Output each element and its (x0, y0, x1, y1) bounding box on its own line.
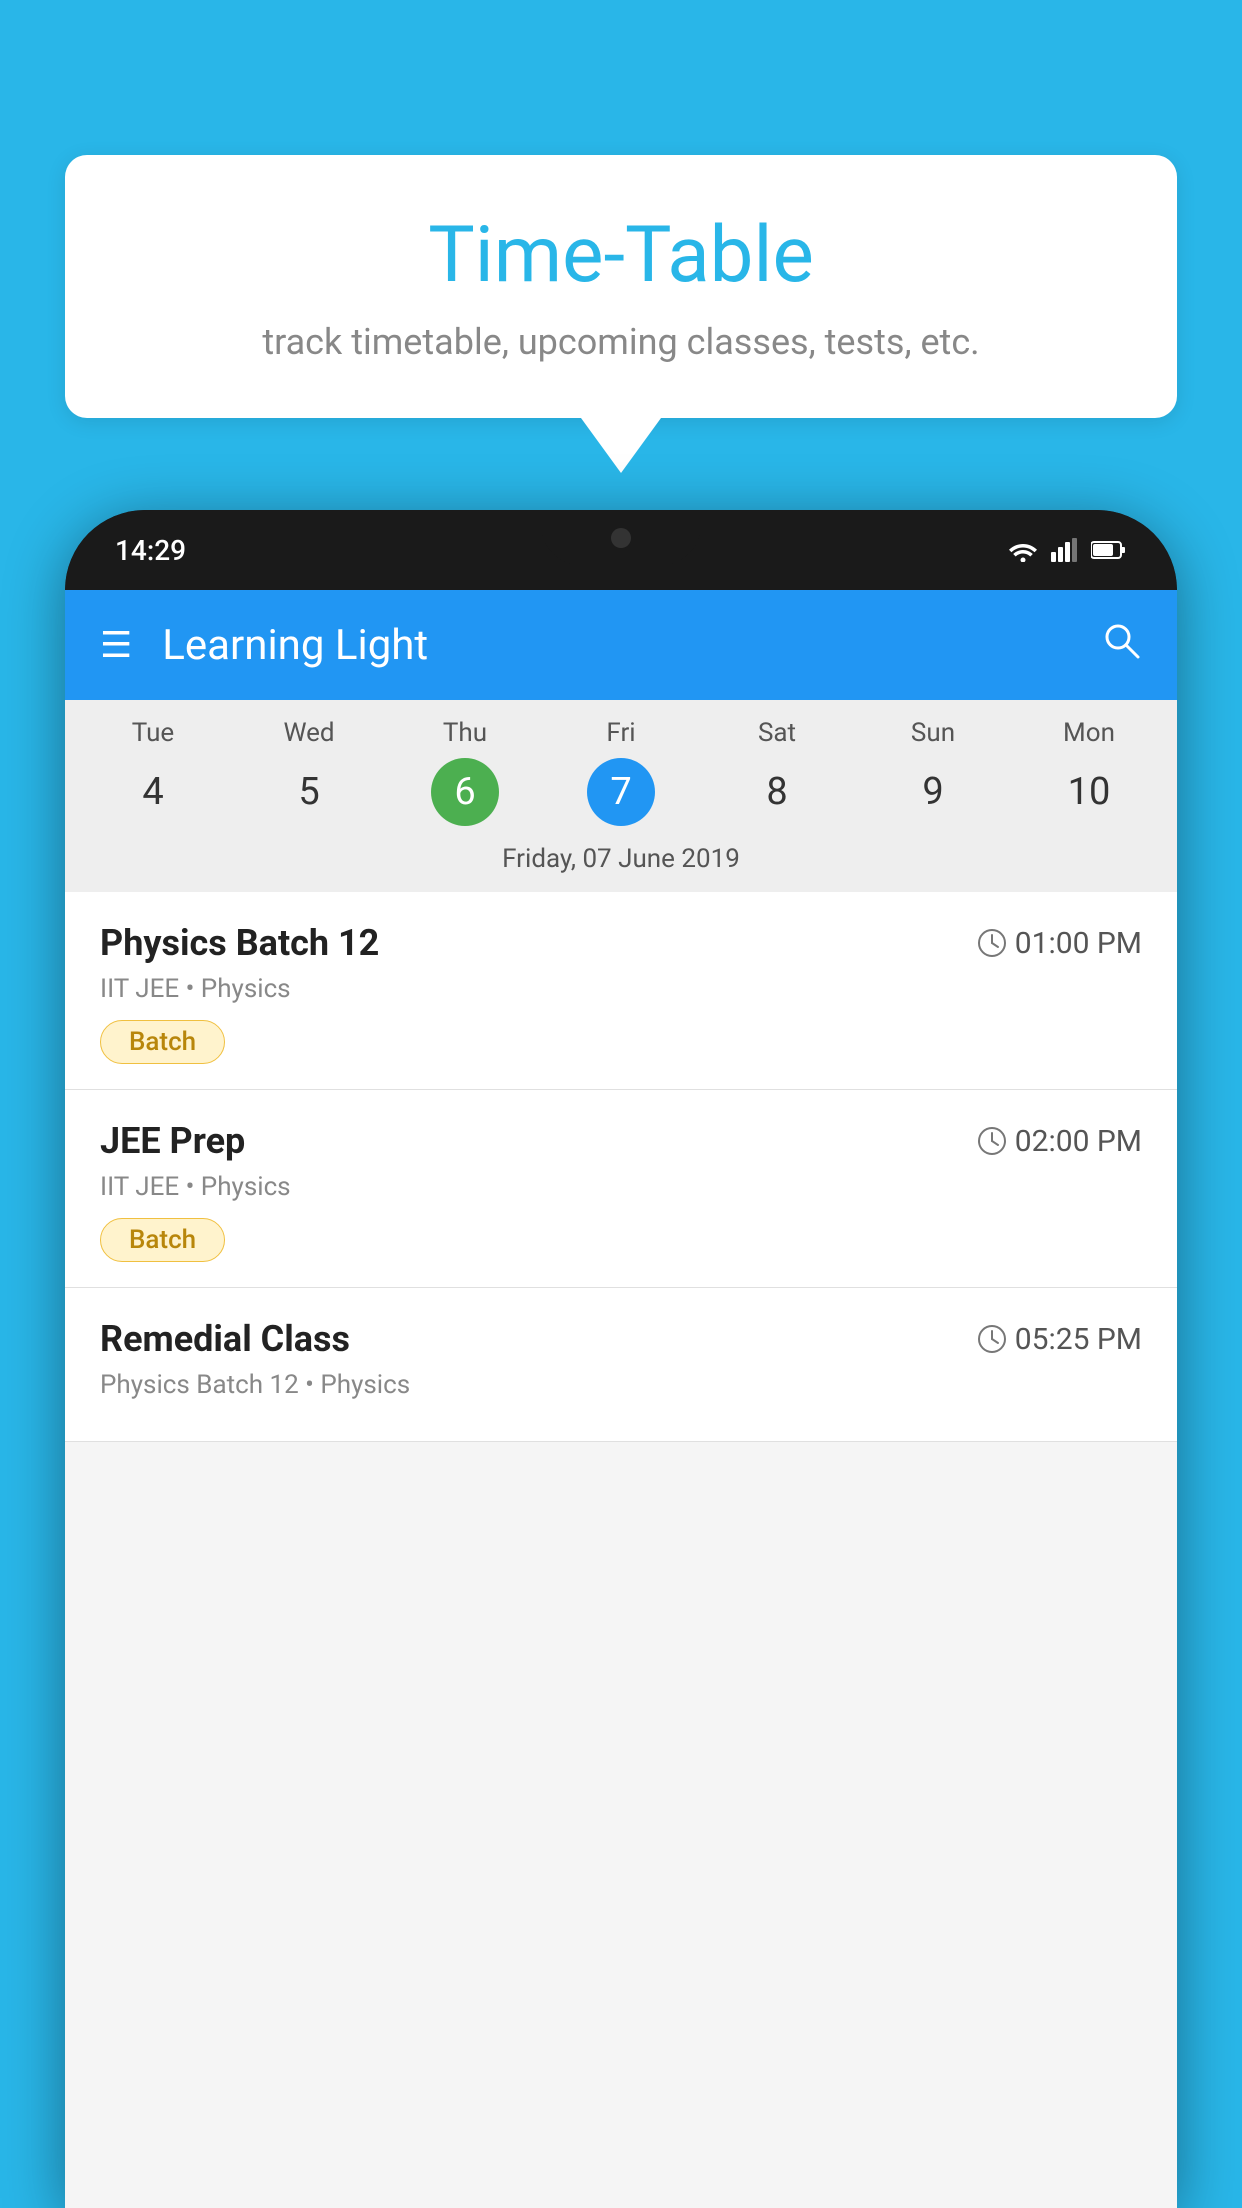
class-item-header: JEE Prep 02:00 PM (100, 1120, 1142, 1162)
speech-bubble-subtitle: track timetable, upcoming classes, tests… (125, 321, 1117, 363)
class-item-header: Remedial Class 05:25 PM (100, 1318, 1142, 1360)
class-item[interactable]: Remedial Class 05:25 PM Physics Batch 12 … (65, 1288, 1177, 1442)
class-item[interactable]: Physics Batch 12 01:00 PM IIT JEE • Physi… (65, 892, 1177, 1090)
clock-icon (977, 1126, 1007, 1156)
class-meta: IIT JEE • Physics (100, 1172, 1142, 1202)
header-left: ☰ Learning Light (100, 621, 428, 670)
time-text: 05:25 PM (1015, 1322, 1142, 1357)
day-number[interactable]: 4 (119, 758, 187, 826)
class-name: Physics Batch 12 (100, 922, 379, 964)
day-number[interactable]: 8 (743, 758, 811, 826)
clock-icon (977, 1324, 1007, 1354)
phone-status-bar: 14:29 (65, 510, 1177, 590)
class-meta: IIT JEE • Physics (100, 974, 1142, 1004)
selected-date-label: Friday, 07 June 2019 (65, 834, 1177, 892)
class-time: 01:00 PM (977, 926, 1142, 961)
battery-icon (1091, 540, 1127, 560)
day-col-5[interactable]: Wed 5 (231, 718, 387, 826)
days-row: Tue 4 Wed 5 Thu 6 Fri 7 Sat 8 Sun 9 Mon 10 (65, 700, 1177, 834)
day-number[interactable]: 10 (1055, 758, 1123, 826)
app-header: ☰ Learning Light (65, 590, 1177, 700)
day-name: Sun (911, 718, 955, 748)
day-col-10[interactable]: Mon 10 (1011, 718, 1167, 826)
wifi-icon (1007, 538, 1039, 562)
class-meta: Physics Batch 12 • Physics (100, 1370, 1142, 1400)
speech-bubble-pointer (581, 418, 661, 473)
day-name: Sat (758, 718, 796, 748)
speech-bubble: Time-Table track timetable, upcoming cla… (65, 155, 1177, 418)
speech-bubble-container: Time-Table track timetable, upcoming cla… (65, 155, 1177, 473)
class-list: Physics Batch 12 01:00 PM IIT JEE • Physi… (65, 892, 1177, 1442)
class-name: Remedial Class (100, 1318, 350, 1360)
day-name: Thu (443, 718, 487, 748)
day-name: Wed (283, 718, 334, 748)
day-number[interactable]: 9 (899, 758, 967, 826)
phone-screen: ☰ Learning Light Tue 4 Wed 5 Thu 6 Fri 7 Sat 8 Sun… (65, 590, 1177, 2208)
batch-badge: Batch (100, 1020, 225, 1064)
menu-icon[interactable]: ☰ (100, 627, 132, 663)
day-name: Tue (132, 718, 174, 748)
status-icons (1007, 538, 1127, 562)
day-name: Mon (1063, 718, 1115, 748)
phone-time: 14:29 (115, 534, 186, 567)
speech-bubble-title: Time-Table (125, 210, 1117, 301)
batch-badge: Batch (100, 1218, 225, 1262)
day-number[interactable]: 5 (275, 758, 343, 826)
day-col-8[interactable]: Sat 8 (699, 718, 855, 826)
day-col-9[interactable]: Sun 9 (855, 718, 1011, 826)
phone-notch (541, 510, 701, 565)
day-col-7[interactable]: Fri 7 (543, 718, 699, 826)
class-item-header: Physics Batch 12 01:00 PM (100, 922, 1142, 964)
time-text: 01:00 PM (1015, 926, 1142, 961)
class-time: 02:00 PM (977, 1124, 1142, 1159)
camera-dot (611, 528, 631, 548)
day-number[interactable]: 7 (587, 758, 655, 826)
phone-frame: 14:29 (65, 510, 1177, 2208)
calendar-strip: Tue 4 Wed 5 Thu 6 Fri 7 Sat 8 Sun 9 Mon 10 Friday, 07… (65, 700, 1177, 892)
signal-icon (1051, 538, 1079, 562)
search-icon[interactable] (1100, 619, 1142, 671)
day-name: Fri (606, 718, 635, 748)
app-title: Learning Light (162, 621, 428, 670)
clock-icon (977, 928, 1007, 958)
class-item[interactable]: JEE Prep 02:00 PM IIT JEE • Physics Batch (65, 1090, 1177, 1288)
day-number[interactable]: 6 (431, 758, 499, 826)
class-name: JEE Prep (100, 1120, 245, 1162)
class-time: 05:25 PM (977, 1322, 1142, 1357)
day-col-4[interactable]: Tue 4 (75, 718, 231, 826)
day-col-6[interactable]: Thu 6 (387, 718, 543, 826)
time-text: 02:00 PM (1015, 1124, 1142, 1159)
